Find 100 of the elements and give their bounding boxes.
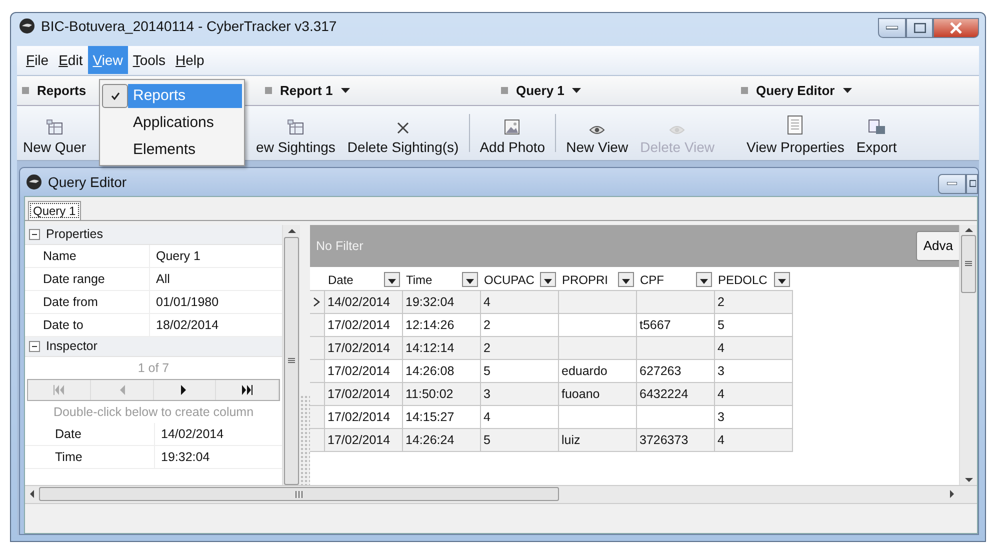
last-icon <box>241 384 254 395</box>
column-header[interactable]: PEDOLC <box>718 272 768 287</box>
band-title[interactable]: Report 1 <box>280 82 333 98</box>
table-cell: 17/02/2014 <box>324 406 402 429</box>
next-icon <box>181 384 188 395</box>
band-title[interactable]: Query 1 <box>516 82 564 98</box>
table-cell: fuoano <box>558 382 636 406</box>
collapse-icon[interactable] <box>29 340 40 352</box>
table-cell: 5 <box>714 314 792 337</box>
first-icon <box>52 384 65 395</box>
table-cell: 19:32:04 <box>402 290 480 314</box>
caret-icon <box>466 279 474 284</box>
grip-icon <box>295 490 303 498</box>
property-name: Date <box>25 422 155 445</box>
menu-item[interactable]: Applications <box>128 110 242 134</box>
caret-icon[interactable] <box>340 88 350 93</box>
current-row-icon <box>312 297 321 308</box>
toolbar-button[interactable]: ew Sightings <box>250 106 342 160</box>
toolbar-button[interactable]: New View <box>560 106 634 160</box>
caret-icon <box>622 279 630 284</box>
scrollbar[interactable] <box>282 224 300 485</box>
table-cell: eduardo <box>558 360 636 383</box>
filter-dropdown-button[interactable] <box>384 272 400 288</box>
filter-dropdown-button[interactable] <box>540 272 556 288</box>
toolbar-button[interactable]: Delete Sighting(s) <box>341 106 465 160</box>
scrollbar[interactable] <box>959 224 977 485</box>
grip-icon <box>501 86 508 94</box>
caret-icon <box>700 279 708 284</box>
grip-icon <box>22 86 29 94</box>
toolbar-button[interactable]: Export <box>850 106 903 160</box>
menu-item[interactable]: Elements <box>128 138 242 162</box>
scroll-thumb[interactable] <box>284 236 299 485</box>
grip-icon <box>288 358 295 364</box>
filter-dropdown-button[interactable] <box>462 272 478 288</box>
grip-icon <box>965 260 972 267</box>
toolbar-button[interactable]: View Properties <box>740 106 850 160</box>
table-cell: 17/02/2014 <box>324 382 402 406</box>
advanced-button[interactable]: Adva <box>916 230 959 261</box>
property-value[interactable]: 18/02/2014 <box>150 314 282 336</box>
scrollbar[interactable] <box>25 484 977 503</box>
table-cell: 2 <box>714 290 792 314</box>
collapse-icon[interactable] <box>29 228 40 240</box>
table-cell: 4 <box>714 382 792 406</box>
table-cell: 3 <box>714 360 792 383</box>
table-cell: 627263 <box>636 360 714 383</box>
app-logo-icon <box>19 18 35 34</box>
filter-dropdown-button[interactable] <box>696 272 712 288</box>
caret-icon <box>778 279 786 284</box>
restore-button[interactable] <box>966 174 978 194</box>
tab[interactable]: Query 1 <box>28 200 81 220</box>
column-header[interactable]: OCUPAC <box>484 272 534 287</box>
scroll-thumb[interactable] <box>961 234 976 293</box>
close-button[interactable] <box>933 18 979 38</box>
menu-item[interactable]: Help <box>170 46 210 74</box>
scroll-thumb[interactable] <box>39 487 559 502</box>
menu-item[interactable]: Tools <box>128 46 171 74</box>
property-value[interactable]: 01/01/1980 <box>150 290 282 313</box>
table-cell: 3 <box>480 382 558 406</box>
minimize-button[interactable] <box>938 174 966 194</box>
photo-icon <box>504 118 520 135</box>
property-value[interactable]: Query 1 <box>150 244 282 267</box>
column-header[interactable]: Date <box>328 272 354 287</box>
maximize-button[interactable] <box>906 18 933 38</box>
property-name: Name <box>25 244 150 267</box>
property-name: Date from <box>25 290 150 313</box>
column-header[interactable]: PROPRI <box>562 272 608 287</box>
minimize-button[interactable] <box>878 18 906 38</box>
toolbar-button[interactable]: New Quer <box>17 106 92 160</box>
table-icon <box>286 118 305 135</box>
caret-icon[interactable] <box>572 88 582 93</box>
scroll-left-icon[interactable] <box>29 490 35 498</box>
table-cell: 4 <box>480 290 558 314</box>
filter-dropdown-button[interactable] <box>774 272 790 288</box>
property-value[interactable]: 14/02/2014 <box>155 422 282 445</box>
toolbar-button[interactable]: Add Photo <box>474 106 552 160</box>
splitter-handle[interactable] <box>300 394 310 485</box>
table-cell: 3726373 <box>636 428 714 452</box>
eye-icon <box>669 124 686 135</box>
table-cell: 17/02/2014 <box>324 428 402 452</box>
eye-icon <box>589 124 606 135</box>
caret-icon[interactable] <box>842 88 852 93</box>
table-cell: t5667 <box>636 314 714 337</box>
band-title[interactable]: Reports <box>37 82 86 98</box>
table-cell: 4 <box>480 406 558 429</box>
window-title: Query Editor <box>48 174 127 190</box>
column-header[interactable]: Time <box>406 272 432 287</box>
property-value[interactable]: 19:32:04 <box>155 446 282 468</box>
property-value[interactable]: All <box>150 268 282 290</box>
band-title[interactable]: Query Editor <box>756 82 835 98</box>
menu-item[interactable]: File <box>21 46 54 74</box>
column-header[interactable]: CPF <box>640 272 664 287</box>
table-cell: 11:50:02 <box>402 382 480 406</box>
filter-dropdown-button[interactable] <box>618 272 634 288</box>
scroll-right-icon[interactable] <box>949 490 955 498</box>
menu-item[interactable]: Edit <box>54 46 88 74</box>
table-cell: 4 <box>714 428 792 452</box>
maximize-icon <box>914 23 926 33</box>
property-name: Date to <box>25 314 150 336</box>
grip-icon <box>741 86 748 94</box>
table-cell: 3 <box>714 406 792 429</box>
